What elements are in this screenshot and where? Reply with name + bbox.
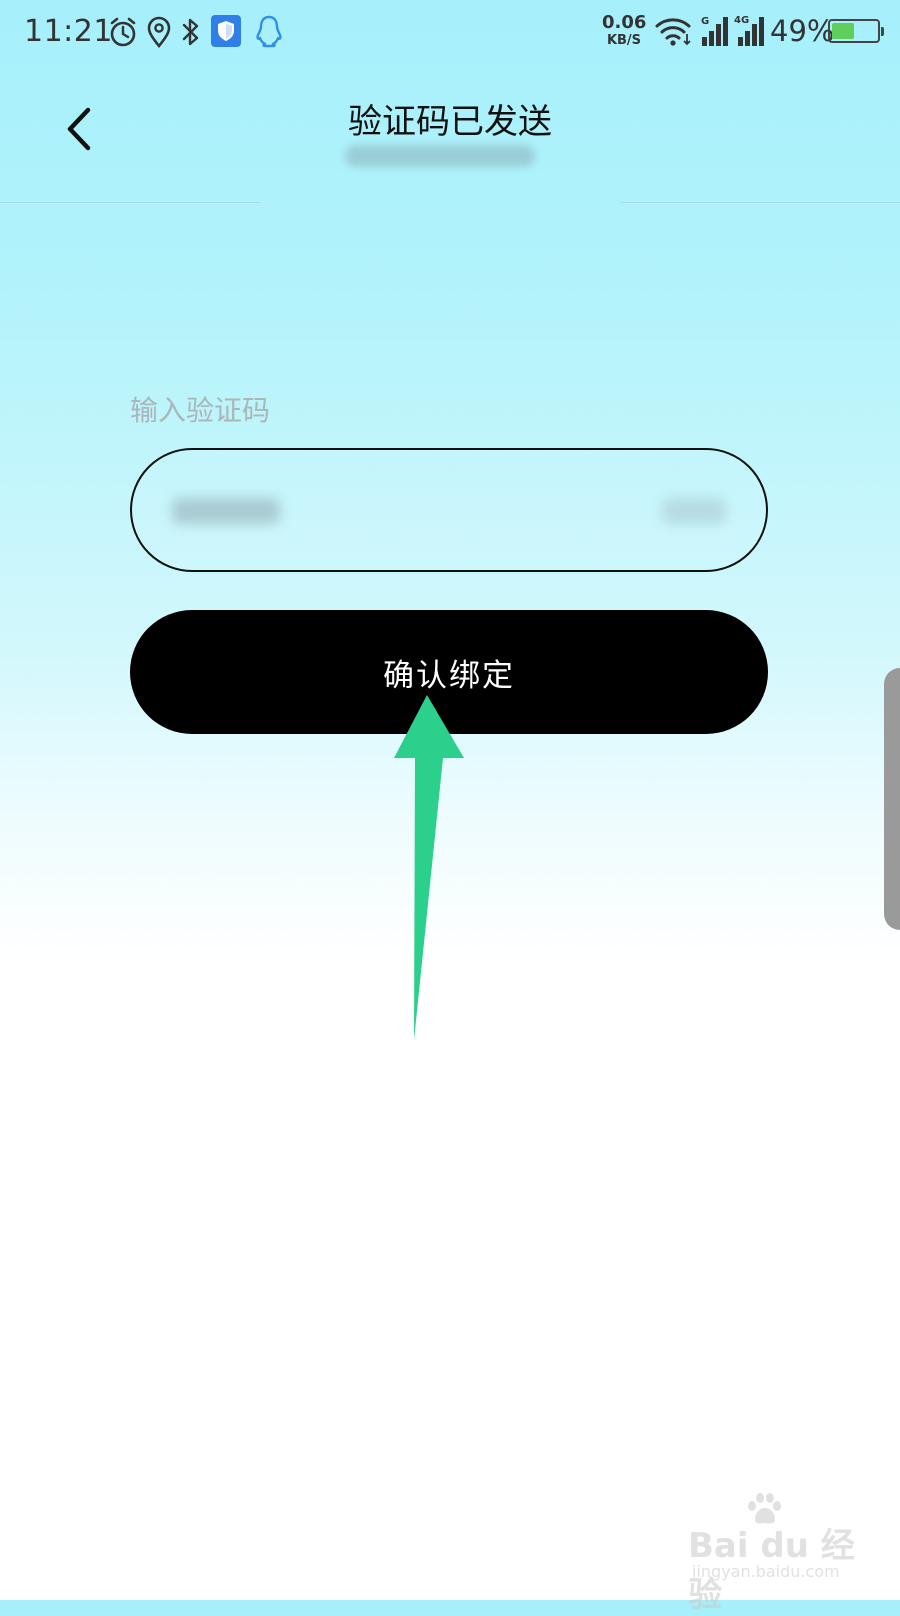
page-title: 验证码已发送 <box>348 102 552 142</box>
watermark: Bai du 经验 jingyan.baidu.com <box>688 1493 878 1615</box>
battery-percent: 49% <box>770 14 835 48</box>
network-speed: 0.06 KB/S <box>602 12 647 48</box>
side-edge-handle[interactable] <box>884 668 900 930</box>
battery-level-fill <box>832 23 854 39</box>
alarm-icon <box>110 17 136 47</box>
svg-text:G: G <box>701 16 709 27</box>
chevron-left-icon <box>67 107 91 151</box>
annotation-arrow-icon <box>394 695 464 1040</box>
location-icon <box>147 16 171 48</box>
status-time: 11:21 <box>24 14 113 49</box>
verification-code-input[interactable] <box>130 448 768 572</box>
masked-resend-countdown[interactable] <box>662 498 726 524</box>
annotation-arrow-shape <box>394 695 464 1040</box>
qq-icon <box>256 15 282 48</box>
header-divider <box>0 202 900 203</box>
svg-text:4G: 4G <box>734 15 749 26</box>
bluetooth-icon <box>182 18 199 46</box>
code-label: 输入验证码 <box>130 394 271 427</box>
shield-icon <box>211 15 241 47</box>
wifi-icon <box>655 18 691 46</box>
masked-code-value <box>172 498 280 524</box>
battery-icon <box>828 19 884 43</box>
signal-icon: G <box>701 16 728 46</box>
masked-phone-number <box>345 145 535 167</box>
signal-4g-icon: 4G <box>734 15 764 46</box>
status-bar: 11:21 0.06 KB/S G 4G 49% <box>0 0 900 66</box>
back-button[interactable] <box>52 100 108 156</box>
watermark-url: jingyan.baidu.com <box>692 1562 840 1581</box>
